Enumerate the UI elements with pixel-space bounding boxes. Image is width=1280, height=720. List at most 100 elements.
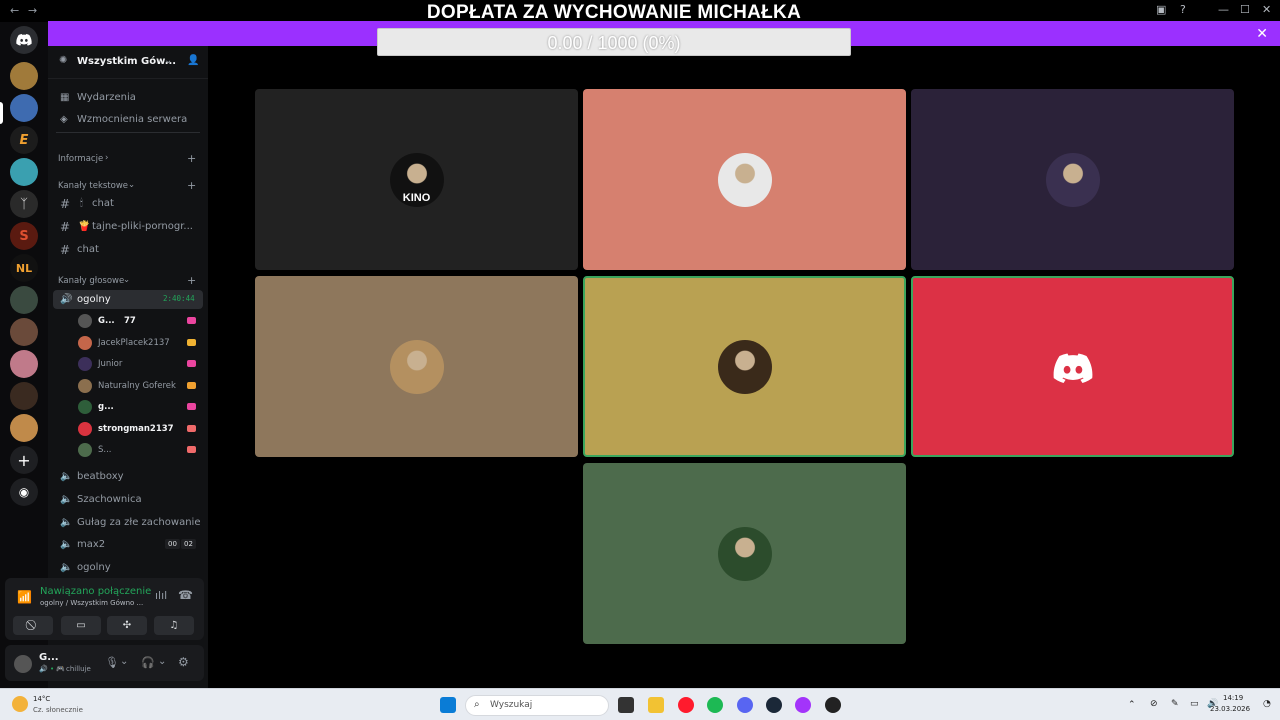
connection-status[interactable]: Nawiązano połączenie xyxy=(40,586,151,597)
search-placeholder: Wyszukaj xyxy=(490,700,533,710)
member-avatar[interactable] xyxy=(78,335,92,350)
server-icon[interactable] xyxy=(10,414,38,442)
weather-icon[interactable] xyxy=(12,696,28,712)
participant-tile[interactable] xyxy=(911,89,1234,270)
voice-member-name[interactable]: Naturalny Goferek xyxy=(98,381,176,391)
voice-channel[interactable]: beatboxy xyxy=(77,471,124,482)
avatar-label: KINO xyxy=(402,191,431,204)
category-text-channels[interactable]: Kanały tekstowe xyxy=(58,181,128,191)
participant-tile[interactable] xyxy=(911,276,1234,457)
clock-time[interactable]: 14:19 xyxy=(1223,694,1243,702)
voice-member-name[interactable]: g... xyxy=(98,402,114,412)
add-channel-icon[interactable]: + xyxy=(187,152,196,165)
signal-icon[interactable]: 📶 xyxy=(17,590,32,604)
text-channel-tajne[interactable]: tajne-pliki-pornogr... xyxy=(92,221,193,232)
user-limit: 02 xyxy=(181,539,196,549)
add-channel-icon[interactable]: + xyxy=(187,179,196,192)
task-view-icon[interactable] xyxy=(618,697,634,713)
activities-button[interactable]: ✣ xyxy=(107,616,147,635)
start-button[interactable] xyxy=(440,697,456,713)
voice-member-name[interactable]: S... xyxy=(98,445,112,455)
voice-channel[interactable]: ogolny xyxy=(77,562,111,573)
server-icon[interactable] xyxy=(10,382,38,410)
hashtag-icon: # xyxy=(60,243,71,257)
soundboard-button[interactable]: ♫ xyxy=(154,616,194,635)
taskbar-search[interactable]: ⌕ Wyszukaj xyxy=(465,695,609,716)
discord-home-icon[interactable] xyxy=(10,26,38,54)
discord-taskbar-icon[interactable] xyxy=(737,697,753,713)
spotify-icon[interactable] xyxy=(707,697,723,713)
avatar[interactable] xyxy=(14,655,32,673)
opera-icon[interactable] xyxy=(678,697,694,713)
maximize-icon[interactable]: ☐ xyxy=(1240,3,1250,16)
activity-badge-icon xyxy=(187,360,196,367)
server-icon[interactable] xyxy=(10,350,38,378)
add-server-icon[interactable]: + xyxy=(10,446,38,474)
participant-tile[interactable]: KINO xyxy=(255,89,578,270)
participant-tile[interactable] xyxy=(583,463,906,644)
server-icon[interactable] xyxy=(10,318,38,346)
network-icon[interactable]: ▭ xyxy=(1190,699,1199,709)
messenger-icon[interactable] xyxy=(795,697,811,713)
text-channel-chat[interactable]: chat xyxy=(92,198,114,209)
server-icon[interactable]: ᛉ xyxy=(10,190,38,218)
app-window: ← → ▣ ? — ☐ ✕ E ᛉ S NL + ◉ DOPŁATA ZA WY… xyxy=(0,0,1280,720)
member-avatar[interactable] xyxy=(78,421,92,436)
invite-user-icon[interactable]: 👤 xyxy=(187,55,199,66)
member-avatar[interactable] xyxy=(78,314,92,328)
screen-share-button[interactable]: ▭ xyxy=(61,616,101,635)
participant-avatar xyxy=(1046,340,1100,394)
headphones-icon[interactable]: 🎧 xyxy=(141,656,155,669)
camera-off-button[interactable]: ⃠ xyxy=(13,616,53,635)
participant-tile[interactable] xyxy=(583,89,906,270)
voice-channel[interactable]: Gułag za złe zachowanie xyxy=(77,517,200,528)
tray-icon[interactable]: ✎ xyxy=(1171,699,1179,709)
microphone-icon[interactable]: 🎙 xyxy=(105,656,119,669)
participant-tile[interactable] xyxy=(255,276,578,457)
voice-member-name[interactable]: G... xyxy=(98,316,115,326)
server-icon[interactable] xyxy=(10,158,38,186)
member-avatar[interactable] xyxy=(78,378,92,393)
voice-member-name[interactable]: strongman2137 xyxy=(98,424,174,434)
steam-icon[interactable] xyxy=(766,697,782,713)
voice-member-name[interactable]: Junior xyxy=(98,359,122,369)
server-boosts-item[interactable]: Wzmocnienia serwera xyxy=(77,114,187,125)
server-icon[interactable]: S xyxy=(10,222,38,250)
disconnect-icon[interactable]: ☎ xyxy=(178,588,193,602)
participant-tile[interactable] xyxy=(583,276,906,457)
noise-suppression-icon[interactable]: ılıl xyxy=(155,589,167,602)
events-item[interactable]: Wydarzenia xyxy=(77,92,136,103)
chevron-down-icon[interactable]: ⌄ xyxy=(120,656,128,667)
server-header[interactable]: ✺ Wszystkim Gów... ⌄ 👤 xyxy=(48,46,208,79)
server-icon[interactable] xyxy=(10,94,38,122)
text-channel-chat[interactable]: chat xyxy=(77,244,99,255)
server-icon[interactable]: E xyxy=(10,126,38,154)
server-icon[interactable]: NL xyxy=(10,254,38,282)
voice-member-name[interactable]: JacekPlacek2137 xyxy=(98,338,170,348)
explore-icon[interactable]: ◉ xyxy=(10,478,38,506)
clock-date[interactable]: 23.03.2026 xyxy=(1210,705,1250,713)
file-explorer-icon[interactable] xyxy=(648,697,664,713)
app-icon[interactable] xyxy=(825,697,841,713)
settings-gear-icon[interactable]: ⚙ xyxy=(178,655,189,669)
member-avatar[interactable] xyxy=(78,443,92,457)
add-channel-icon[interactable]: + xyxy=(187,274,196,287)
notification-icon[interactable]: ◔ xyxy=(1263,699,1271,709)
close-icon[interactable]: ✕ xyxy=(1256,26,1268,42)
category-info[interactable]: Informacje xyxy=(58,154,103,164)
chevron-down-icon[interactable]: ⌄ xyxy=(164,55,172,66)
member-avatar[interactable] xyxy=(78,357,92,371)
weather-temp: 14°C xyxy=(33,695,51,703)
voice-connected-panel: 📶 Nawiązano połączenie ogolny / Wszystki… xyxy=(5,578,204,640)
chevron-up-icon[interactable]: ⌃ xyxy=(1128,700,1136,710)
voice-channel[interactable]: max2 xyxy=(77,539,105,550)
server-icon[interactable] xyxy=(10,62,38,90)
tray-icon[interactable]: ⊘ xyxy=(1150,699,1158,709)
activity-badge-icon xyxy=(187,403,196,410)
member-avatar[interactable] xyxy=(78,400,92,414)
chevron-down-icon[interactable]: ⌄ xyxy=(158,656,166,667)
server-icon[interactable] xyxy=(10,286,38,314)
voice-channel[interactable]: Szachownica xyxy=(77,494,142,505)
close-window-icon[interactable]: ✕ xyxy=(1262,3,1271,16)
category-voice-channels[interactable]: Kanały głosowe xyxy=(58,276,124,286)
